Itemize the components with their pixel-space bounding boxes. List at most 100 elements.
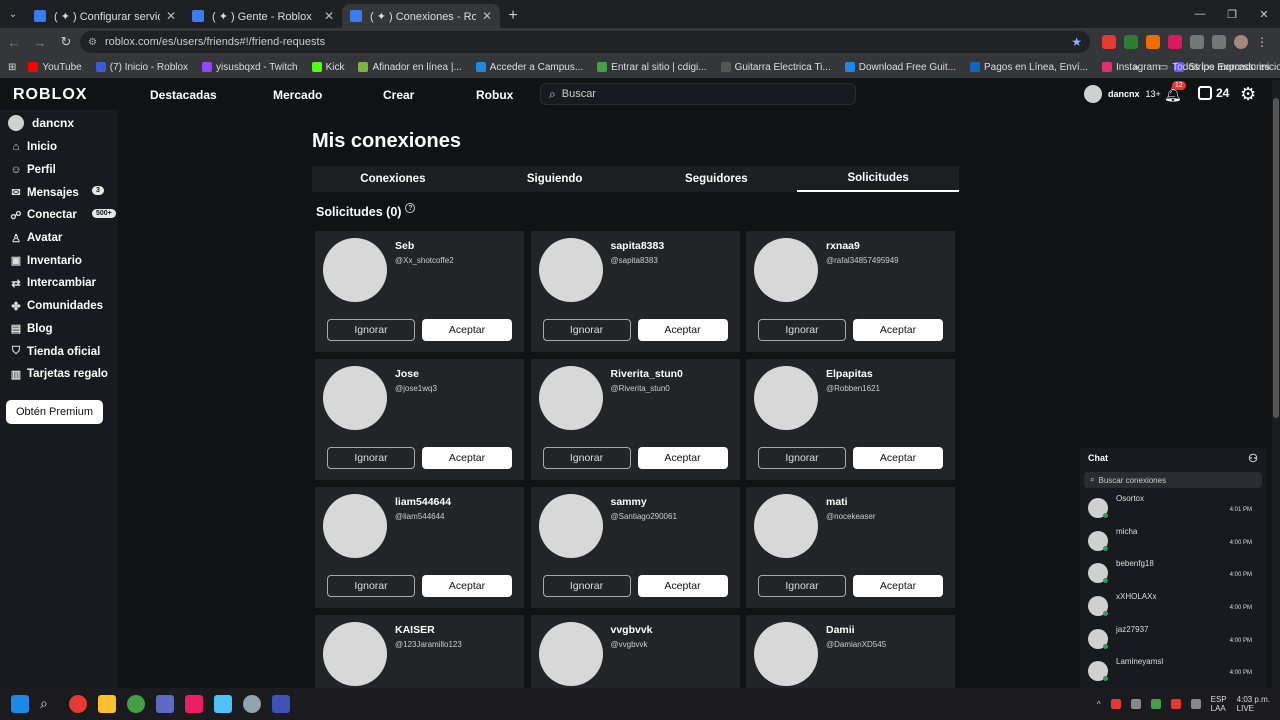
tray-app-icon[interactable]: [1110, 699, 1121, 709]
request-display-name[interactable]: Riverita_stun0: [611, 368, 683, 380]
avatar[interactable]: [754, 366, 818, 430]
accept-button[interactable]: Aceptar: [637, 575, 728, 597]
ignore-button[interactable]: Ignorar: [542, 447, 631, 469]
ignore-button[interactable]: Ignorar: [327, 447, 415, 469]
nav-mercado[interactable]: Mercado: [273, 88, 322, 102]
profile-avatar-icon[interactable]: [1234, 35, 1248, 49]
new-chat-icon[interactable]: ⚇: [1248, 452, 1258, 465]
sidebar-item-avatar[interactable]: ♙ Avatar: [0, 227, 118, 250]
avatar[interactable]: [323, 366, 387, 430]
tiktok-icon[interactable]: [185, 695, 203, 713]
whatsapp-icon[interactable]: [127, 695, 145, 713]
language-indicator[interactable]: ESP LAA: [1211, 695, 1227, 713]
forward-icon[interactable]: →: [28, 30, 52, 54]
chrome-icon[interactable]: [69, 695, 87, 713]
all-bookmarks[interactable]: » ▭ Todos los marcadores: [1133, 56, 1270, 78]
chat-contact[interactable]: bebenfg18 4:00 PM: [1080, 557, 1266, 590]
minimize-icon[interactable]: —: [1184, 0, 1216, 28]
chat-header[interactable]: Chat ⚇: [1080, 448, 1266, 468]
get-premium-button[interactable]: Obtén Premium: [6, 400, 103, 424]
sidebar-user[interactable]: dancnx: [0, 110, 118, 136]
accept-button[interactable]: Aceptar: [853, 319, 943, 341]
reload-icon[interactable]: ↻: [54, 30, 78, 54]
chat-contact[interactable]: xXHOLAXx 4:00 PM: [1080, 590, 1266, 623]
request-display-name[interactable]: Elpapitas: [826, 368, 873, 380]
bookmark-item[interactable]: Pagos en Línea, Enví...: [970, 62, 1088, 73]
sidebar-item-intercambiar[interactable]: ⇄ Intercambiar: [0, 272, 118, 295]
bookmark-item[interactable]: YouTube: [28, 62, 82, 73]
site-info-icon[interactable]: ⚙: [88, 37, 97, 48]
request-display-name[interactable]: Seb: [395, 240, 414, 252]
maximize-icon[interactable]: ❐: [1216, 0, 1248, 28]
bookmark-item[interactable]: (7) Inicio - Roblox: [95, 62, 188, 73]
tab-search-icon[interactable]: ⌄: [0, 0, 26, 28]
roblox-studio-icon[interactable]: [272, 695, 290, 713]
request-display-name[interactable]: liam544644: [395, 496, 451, 508]
tray-app-icon[interactable]: [1170, 699, 1181, 709]
browser-tab-2[interactable]: ( ✦ ) Gente - Roblox ✕: [184, 4, 342, 28]
chat-contact[interactable]: jaz27937 4:00 PM: [1080, 623, 1266, 656]
robux-balance[interactable]: 24: [1198, 86, 1229, 100]
request-display-name[interactable]: rxnaa9: [826, 240, 860, 252]
accept-button[interactable]: Aceptar: [637, 447, 728, 469]
ignore-button[interactable]: Ignorar: [542, 575, 631, 597]
accept-button[interactable]: Aceptar: [422, 319, 512, 341]
tab-siguiendo[interactable]: Siguiendo: [474, 166, 636, 192]
chat-contact[interactable]: Osortox 4:01 PM: [1080, 492, 1266, 525]
downloads-icon[interactable]: [1212, 35, 1226, 49]
tray-app-icon[interactable]: [1130, 699, 1141, 709]
avatar[interactable]: [754, 622, 818, 686]
extension-icon[interactable]: [1102, 35, 1116, 49]
clock[interactable]: 4:03 p.m. LIVE: [1237, 695, 1270, 713]
accept-button[interactable]: Aceptar: [853, 447, 943, 469]
avatar[interactable]: [754, 494, 818, 558]
avatar[interactable]: [754, 238, 818, 302]
address-bar[interactable]: ⚙ roblox.com/es/users/friends#!/friend-r…: [80, 31, 1090, 53]
accept-button[interactable]: Aceptar: [422, 447, 512, 469]
request-display-name[interactable]: mati: [826, 496, 848, 508]
notifications-bell-icon[interactable]: 🔔︎ 12: [1164, 81, 1186, 103]
discord-icon[interactable]: [156, 695, 174, 713]
info-icon[interactable]: ?: [405, 203, 416, 213]
bookmarks-overflow-icon[interactable]: »: [1133, 62, 1139, 73]
chat-contact[interactable]: Lamineyamsl 4:00 PM: [1080, 655, 1266, 688]
bookmark-item[interactable]: Afinador en línea |...: [358, 62, 462, 73]
avatar[interactable]: [538, 366, 603, 430]
ignore-button[interactable]: Ignorar: [758, 447, 846, 469]
close-window-icon[interactable]: ✕: [1248, 0, 1280, 28]
accept-button[interactable]: Aceptar: [637, 319, 728, 341]
bookmark-item[interactable]: Entrar al sitio | cdigi...: [597, 62, 707, 73]
ignore-button[interactable]: Ignorar: [758, 575, 846, 597]
request-display-name[interactable]: sapita8383: [611, 240, 665, 252]
wifi-icon[interactable]: [1190, 699, 1201, 709]
extension-icon[interactable]: [1168, 35, 1182, 49]
roblox-logo[interactable]: ROBLOX: [13, 86, 87, 104]
sidebar-item-conectar[interactable]: ☍ Conectar 500+: [0, 204, 118, 227]
windows-start-icon[interactable]: [11, 695, 29, 713]
browser-menu-icon[interactable]: ⋮: [1256, 35, 1268, 49]
scrollbar-thumb[interactable]: [1273, 98, 1279, 418]
request-display-name[interactable]: KAISER: [395, 624, 435, 636]
tray-chevron-icon[interactable]: ^: [1097, 700, 1101, 709]
ignore-button[interactable]: Ignorar: [327, 319, 415, 341]
settings-gear-icon[interactable]: ⚙: [1240, 84, 1256, 105]
close-tab-icon[interactable]: ✕: [324, 9, 334, 23]
close-tab-icon[interactable]: ✕: [166, 9, 176, 23]
avatar[interactable]: [323, 622, 387, 686]
bookmark-item[interactable]: Kick: [311, 62, 344, 73]
search-icon[interactable]: ⌕: [40, 695, 58, 713]
sidebar-item-comunidades[interactable]: ✤ Comunidades: [0, 295, 118, 318]
close-tab-icon[interactable]: ✕: [482, 9, 492, 23]
bookmark-item[interactable]: Acceder a Campus...: [475, 62, 583, 73]
back-icon[interactable]: ←: [2, 30, 26, 54]
avatar[interactable]: [323, 494, 387, 558]
settings-app-icon[interactable]: [243, 695, 261, 713]
sidebar-item-mensajes[interactable]: ✉ Mensajes 3: [0, 181, 118, 204]
avatar[interactable]: [538, 622, 603, 686]
browser-tab-1[interactable]: ( ✦ ) Configurar servidor privad ✕: [26, 4, 184, 28]
request-display-name[interactable]: Jose: [395, 368, 419, 380]
chat-search-input[interactable]: ⌕ Buscar conexiones: [1084, 472, 1262, 488]
nav-robux[interactable]: Robux: [476, 88, 513, 102]
extension-icon[interactable]: [1146, 35, 1160, 49]
search-input[interactable]: ⌕ Buscar: [540, 83, 856, 105]
